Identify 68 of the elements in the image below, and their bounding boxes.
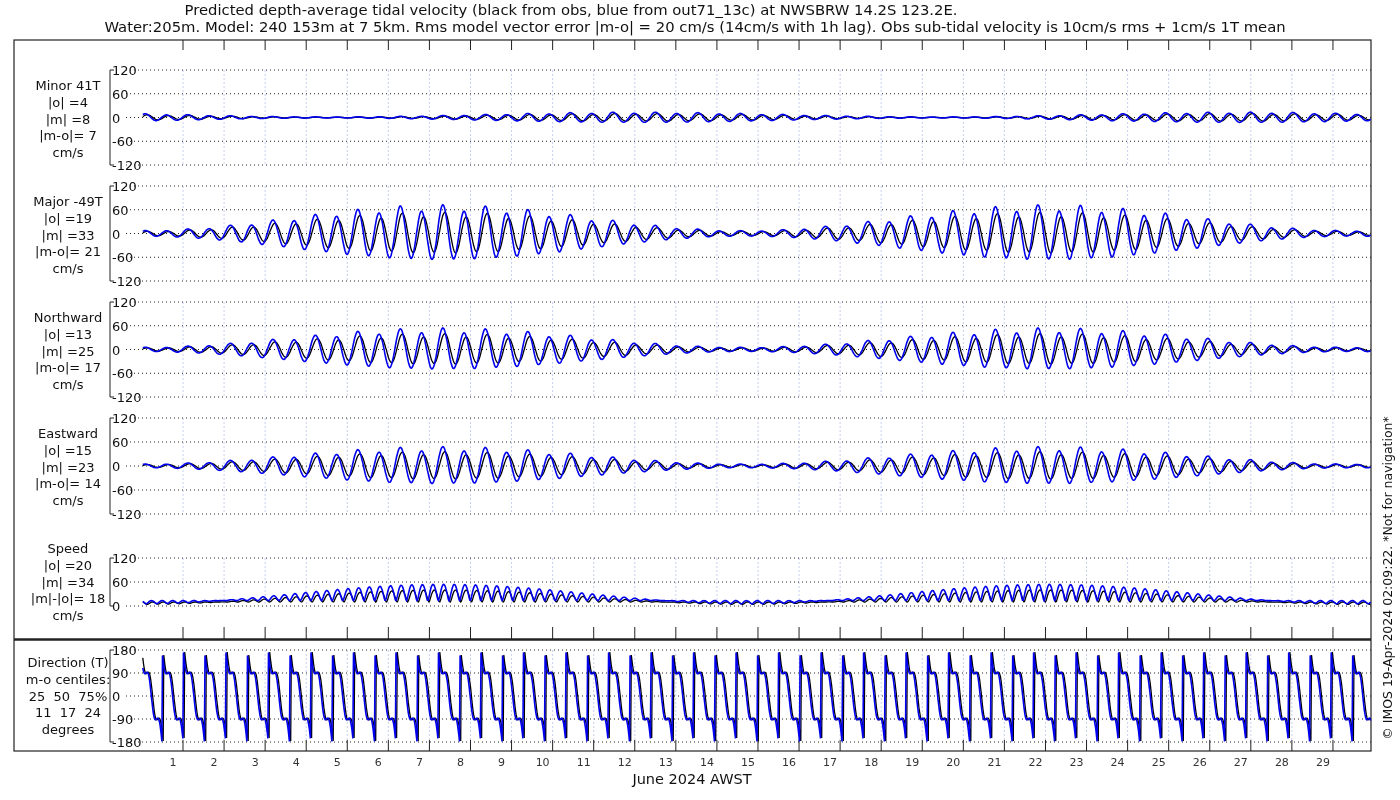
x-tick-label: 19 (905, 756, 920, 769)
x-tick-label: 14 (699, 756, 714, 769)
y-tick-label: 60 (112, 86, 129, 102)
x-tick-label: 8 (457, 756, 464, 769)
x-tick-label: 20 (946, 756, 961, 769)
y-tick-label: 120 (112, 295, 137, 310)
panel-label: Eastward |o| =15 |m| =23 |m-o|= 14 cm/s (35, 426, 101, 509)
x-tick-label: 23 (1069, 756, 1084, 769)
x-tick-label: 2 (210, 756, 218, 769)
y-tick-label: 120 (112, 551, 137, 566)
x-tick-label: 27 (1233, 756, 1248, 769)
y-tick-label: 0 (112, 226, 121, 242)
x-tick-label: 7 (415, 756, 423, 769)
y-tick-label: 120 (112, 63, 137, 78)
y-tick-label: -60 (112, 483, 134, 498)
y-tick-label: -120 (112, 390, 142, 405)
y-tick-label: -90 (112, 712, 134, 727)
x-tick-label: 13 (658, 756, 673, 769)
x-tick-label: 22 (1028, 756, 1043, 769)
y-tick-label: 60 (112, 318, 129, 334)
y-axis-line (109, 557, 115, 607)
x-tick-label: 5 (333, 756, 341, 769)
copyright-note: © IMOS 19-Apr-2024 02:09:22. *Not for navigation* (1380, 416, 1395, 740)
x-tick-label: 26 (1192, 756, 1207, 769)
y-tick-label: 180 (112, 643, 137, 658)
x-tick-label: 28 (1274, 756, 1289, 769)
chart-title: Predicted depth-average tidal velocity (black from obs, blue from out71_13c) at NWSBRW 14.2S 123.2E. (184, 1, 958, 18)
y-tick-label: 60 (112, 435, 129, 450)
panel-label: Direction (T) m-o centiles: 25 50 75% 11 17 24 degrees (25, 655, 111, 738)
panel-label: Northward |o| =13 |m| =25 |m-o|= 17 cm/s (33, 310, 103, 393)
x-tick-label: 21 (987, 756, 1002, 769)
x-tick-label: 17 (823, 756, 838, 769)
y-tick-label: 60 (112, 575, 129, 590)
y-tick-label: 120 (112, 411, 137, 426)
x-tick-label: 25 (1151, 756, 1166, 769)
panel-label: Minor 41T |o| =4 |m| =8 |m-o|= 7 cm/s (35, 78, 101, 161)
y-tick-label: 120 (112, 179, 137, 194)
chart-title: Water:205m. Model: 240 153m at 7 5km. Rms model vector error |m-o| = 20 cm/s (14cm/s with 1h lag). Obs sub-tidal velocity is 10cm/s rms + 1cm/s 1T mean (104, 18, 1286, 35)
x-tick-label: 24 (1110, 756, 1125, 769)
panel-label: Speed |o| =20 |m| =34 |m|-|o|= 18 cm/s (30, 541, 106, 624)
y-tick-label: -120 (112, 158, 142, 173)
panel-label: Major -49T |o| =19 |m| =33 |m-o|= 21 cm/s (33, 194, 103, 277)
x-tick-label: 18 (864, 756, 879, 769)
y-tick-label: -180 (112, 735, 142, 750)
x-axis-title: June 2024 AWST (632, 771, 752, 787)
y-tick-label: -60 (112, 366, 134, 382)
x-tick-label: 29 (1315, 756, 1330, 769)
y-tick-label: 60 (112, 202, 129, 218)
y-tick-label: -120 (112, 507, 142, 522)
y-tick-label: -120 (112, 274, 142, 289)
y-tick-label: 0 (112, 599, 121, 614)
y-tick-label: 0 (112, 342, 121, 358)
x-tick-label: 11 (576, 756, 591, 769)
y-tick-label: 90 (112, 666, 129, 681)
x-tick-label: 1 (169, 756, 177, 769)
x-tick-label: 10 (535, 756, 550, 769)
x-tick-label: 15 (741, 756, 755, 769)
x-tick-label: 3 (251, 756, 259, 769)
y-tick-label: 0 (112, 110, 121, 126)
x-tick-label: 12 (617, 756, 632, 769)
y-tick-label: -60 (112, 134, 134, 150)
y-tick-label: -60 (112, 250, 134, 266)
x-tick-label: 16 (782, 756, 797, 769)
y-tick-label: 0 (112, 689, 121, 704)
x-tick-label: 6 (374, 756, 382, 769)
x-tick-label: 4 (292, 756, 300, 769)
x-tick-label: 9 (498, 756, 506, 769)
y-tick-label: 0 (112, 459, 121, 474)
